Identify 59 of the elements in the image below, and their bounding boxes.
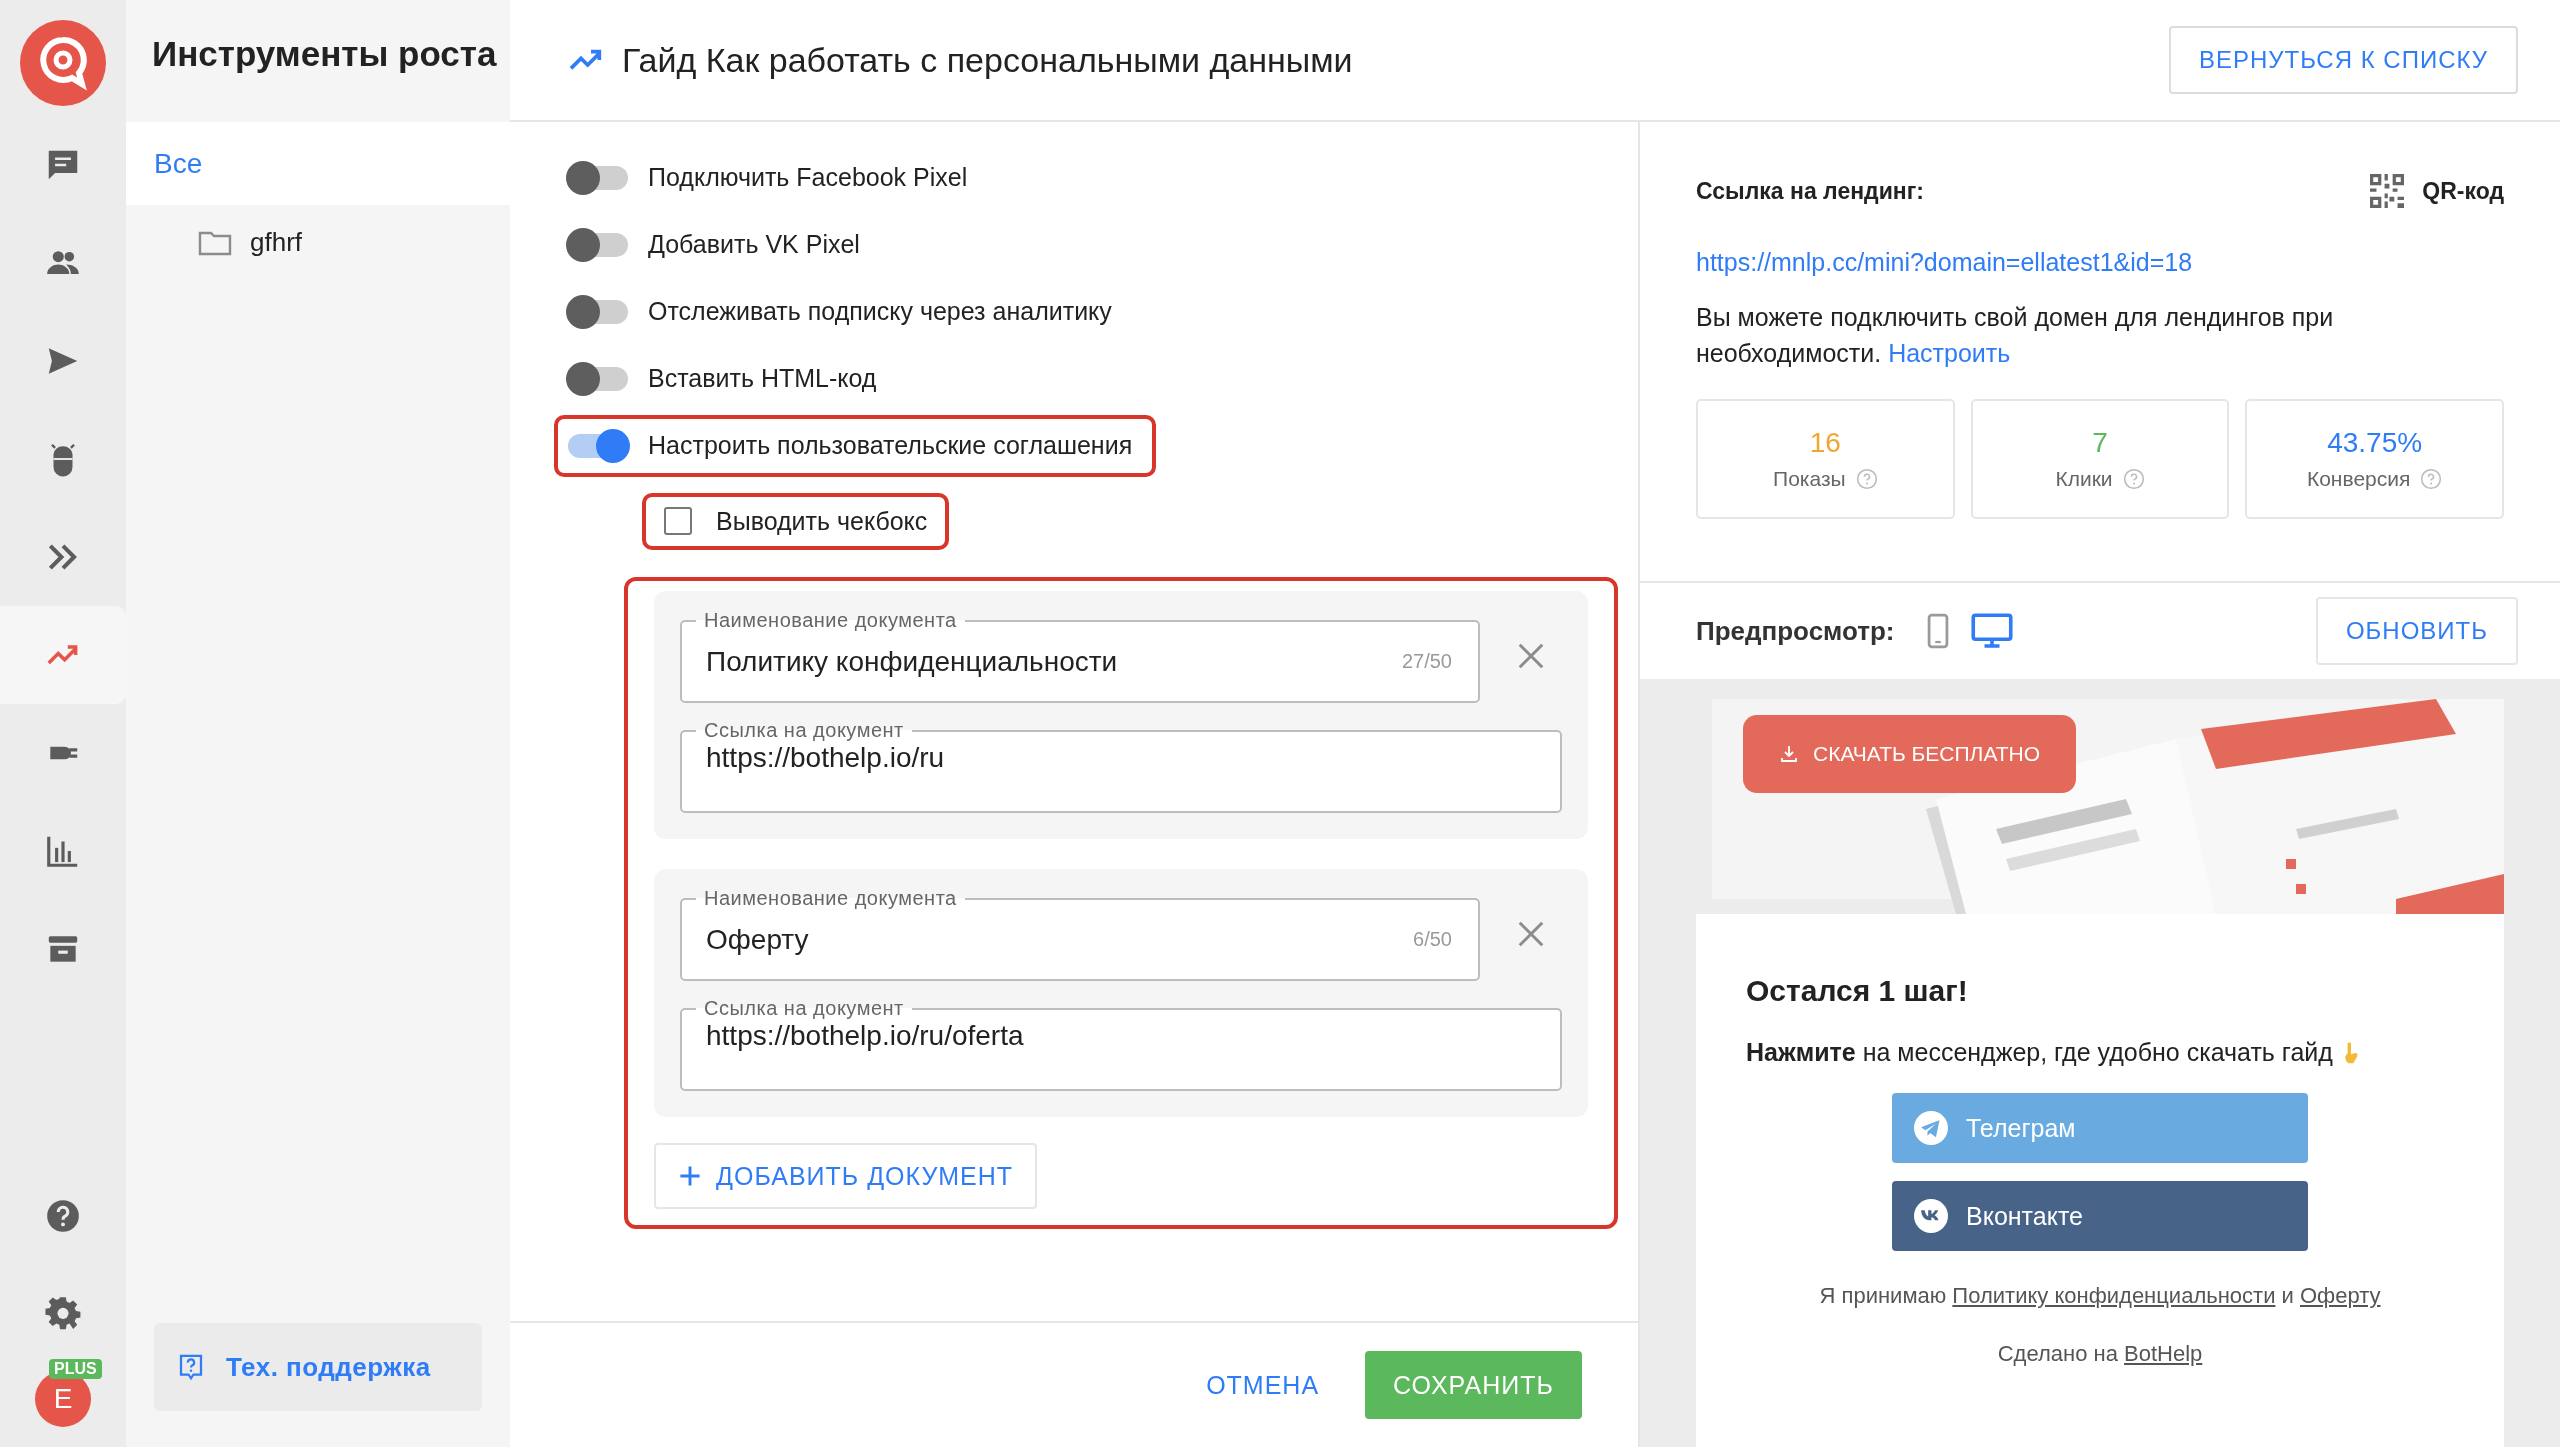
refresh-button[interactable]: ОБНОВИТЬ — [2315, 597, 2518, 665]
stat-value: 7 — [2092, 427, 2108, 459]
stat-label: Клики — [2055, 467, 2113, 491]
vk-icon — [1914, 1199, 1948, 1233]
toggle-label: Подключить Facebook Pixel — [648, 163, 968, 192]
paper-plane-icon — [1914, 1111, 1948, 1145]
save-button[interactable]: СОХРАНИТЬ — [1365, 1351, 1582, 1419]
plan-badge: PLUS — [49, 1359, 102, 1379]
phone-icon[interactable] — [1926, 613, 1949, 649]
cancel-button[interactable]: ОТМЕНА — [1200, 1369, 1326, 1401]
character-counter: 27/50 — [1401, 650, 1452, 673]
close-icon[interactable] — [1516, 919, 1546, 949]
download-icon — [1779, 744, 1799, 764]
support-button[interactable]: Тех. поддержка — [154, 1323, 482, 1411]
back-to-list-button[interactable]: ВЕРНУТЬСЯ К СПИСКУ — [2168, 26, 2518, 94]
add-document-button[interactable]: ДОБАВИТЬ ДОКУМЕНТ — [654, 1143, 1038, 1209]
sidebar-title: Инструменты роста — [151, 33, 498, 75]
logo-icon[interactable] — [20, 20, 106, 106]
help-icon — [44, 1197, 82, 1235]
stat-value: 16 — [1809, 427, 1841, 459]
toggle-label: Настроить пользовательские соглашения — [648, 431, 1133, 460]
plus-icon — [678, 1164, 702, 1188]
toggle-switch[interactable] — [566, 160, 630, 195]
made-with-text: Сделано на BotHelp — [1996, 1341, 2204, 1367]
policy-link[interactable]: Политику конфиденциальности — [1952, 1283, 2276, 1308]
checkbox[interactable] — [664, 507, 692, 535]
toggle-switch[interactable] — [566, 227, 630, 262]
sidebar-item[interactable]: Все — [126, 122, 510, 205]
close-icon[interactable] — [1516, 641, 1546, 671]
page-title: Гайд Как работать с персональными данными — [622, 40, 1353, 80]
messenger-button[interactable]: Телеграм — [1892, 1093, 2308, 1163]
preview-label: Предпросмотр: — [1696, 615, 1895, 647]
offer-link[interactable]: Оферту — [2299, 1283, 2381, 1308]
toggle-switch[interactable] — [566, 428, 630, 463]
checkbox-label: Выводить чекбокс — [716, 506, 928, 536]
bothelp-link[interactable]: BotHelp — [2124, 1341, 2203, 1366]
domain-note: Вы можете подключить свой домен для лендингов при необходимости. Настроить — [1696, 302, 2335, 369]
folder-icon — [198, 229, 232, 256]
qr-code-button[interactable]: QR-код — [2370, 174, 2504, 208]
folder-item[interactable]: gfhrf — [126, 205, 510, 280]
landing-link-label: Ссылка на лендинг: — [1696, 177, 1924, 205]
toggle-switch[interactable] — [566, 361, 630, 396]
toggle-switch[interactable] — [566, 294, 630, 329]
stat-label: Показы — [1773, 467, 1846, 491]
stat-label: Конверсия — [2306, 467, 2411, 491]
character-counter: 6/50 — [1413, 928, 1452, 951]
qr-code-icon — [2370, 174, 2405, 208]
instruction-text: Нажмите на мессенджер, где удобно скачать гайд — [1746, 1038, 2333, 1067]
configure-link[interactable]: Настроить — [1888, 339, 2011, 367]
stat-value: 43.75% — [2327, 427, 2423, 459]
messenger-button[interactable]: Вконтакте — [1892, 1181, 2308, 1251]
consent-text: Я принимаю Политику конфиденциальности и Оферту — [1818, 1283, 2382, 1309]
toggle-label: Вставить HTML-код — [648, 364, 877, 393]
landing-url-link[interactable]: https://mnlp.cc/mini?domain=ellatest1&id=18 — [1696, 248, 2504, 277]
step-heading: Остался 1 шаг! — [1746, 974, 1969, 1008]
download-button[interactable]: СКАЧАТЬ БЕСПЛАТНО — [1743, 715, 2077, 793]
toggle-label: Отслеживать подписку через аналитику — [648, 297, 1112, 326]
toggle-label: Добавить VK Pixel — [648, 230, 860, 259]
desktop-icon[interactable] — [1970, 613, 2013, 649]
